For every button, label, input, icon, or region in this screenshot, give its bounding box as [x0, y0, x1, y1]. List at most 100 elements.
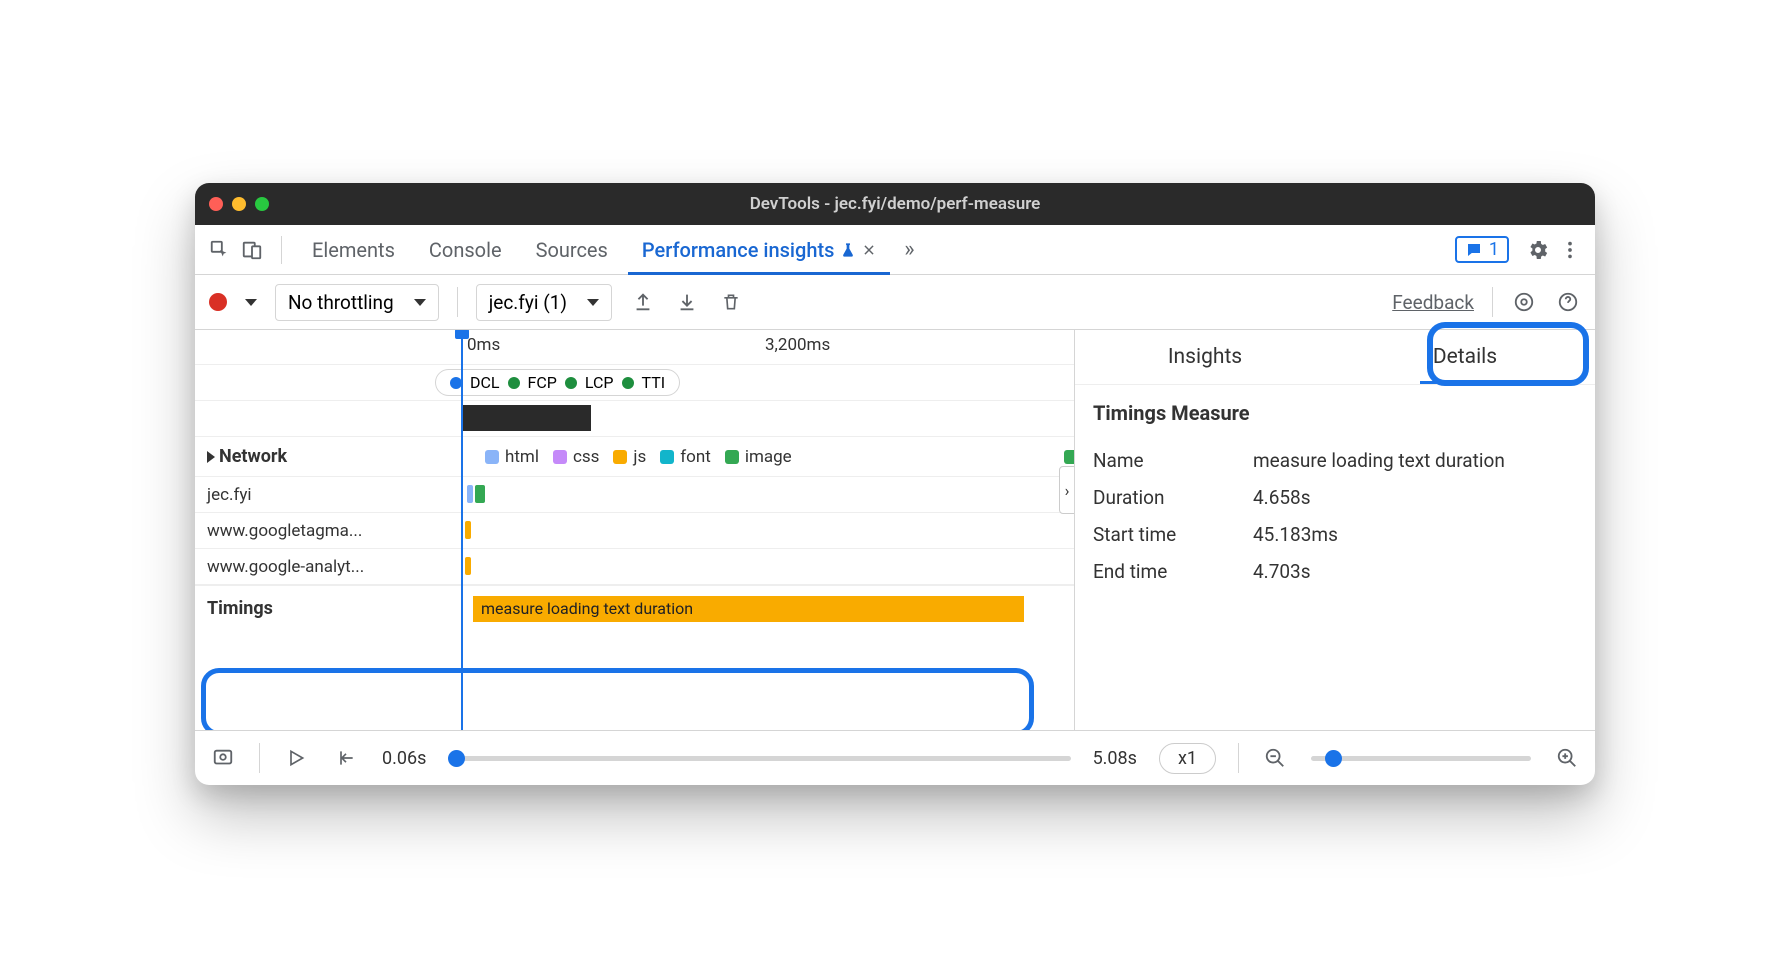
fcp-dot-icon — [508, 377, 520, 389]
network-row[interactable]: jec.fyi — [195, 477, 1074, 513]
close-tab-icon[interactable] — [862, 243, 876, 257]
time-tick: 3,200ms — [765, 335, 830, 355]
time-tick: 0ms — [467, 335, 500, 355]
lcp-dot-icon — [565, 377, 577, 389]
req-bar[interactable] — [467, 485, 473, 503]
network-host: jec.fyi — [207, 477, 252, 512]
throttling-value: No throttling — [288, 291, 394, 314]
traffic-lights — [209, 197, 269, 211]
lcp-label: LCP — [585, 373, 614, 392]
titlebar: DevTools - jec.fyi/demo/perf-measure — [195, 183, 1595, 225]
screenshot-strip — [195, 401, 1074, 437]
k-start: Start time — [1093, 523, 1253, 546]
flask-icon — [840, 242, 856, 258]
devtools-tabbar: Elements Console Sources Performance ins… — [195, 225, 1595, 275]
req-bar[interactable] — [465, 557, 471, 575]
k-end: End time — [1093, 560, 1253, 583]
image-swatch-icon — [725, 450, 739, 464]
tab-label: Performance insights — [642, 238, 835, 262]
swatch-overflow-icon — [1064, 450, 1075, 464]
playhead-cursor[interactable] — [461, 330, 463, 730]
time-ruler: 0ms 3,200ms — [195, 330, 1074, 365]
zoom-in-icon[interactable] — [1553, 744, 1581, 772]
tab-sources[interactable]: Sources — [522, 225, 622, 275]
tti-dot-icon — [622, 377, 634, 389]
messages-badge[interactable]: 1 — [1455, 236, 1509, 263]
network-row[interactable]: www.google-analyt... — [195, 549, 1074, 585]
screenshot-thumb[interactable] — [461, 405, 591, 431]
timings-header: Timings — [207, 586, 273, 631]
speed-pill[interactable]: x1 — [1159, 743, 1216, 774]
panel-resize-handle[interactable]: › — [1059, 466, 1075, 514]
throttling-select[interactable]: No throttling — [275, 284, 439, 321]
timings-track: Timings measure loading text duration — [195, 585, 1074, 631]
recording-value: jec.fyi (1) — [489, 291, 567, 314]
kebab-menu-icon[interactable] — [1557, 237, 1583, 263]
js-swatch-icon — [613, 450, 627, 464]
help-icon[interactable] — [1555, 289, 1581, 315]
tab-insights[interactable]: Insights — [1075, 330, 1335, 384]
html-swatch-icon — [485, 450, 499, 464]
css-swatch-icon — [553, 450, 567, 464]
more-tabs-icon[interactable]: » — [896, 237, 922, 263]
req-bar[interactable] — [465, 521, 471, 539]
trash-icon[interactable] — [718, 289, 744, 315]
v-name: measure loading text duration — [1253, 449, 1577, 472]
timeline-panel: 0ms 3,200ms DCL FCP LCP TTI — [195, 330, 1075, 730]
inspect-icon[interactable] — [207, 237, 233, 263]
v-duration: 4.658s — [1253, 486, 1577, 509]
details-body: Timings Measure Namemeasure loading text… — [1075, 385, 1595, 613]
annotation-highlight-icon — [201, 668, 1034, 730]
preview-toggle-icon[interactable] — [209, 744, 237, 772]
req-bar[interactable] — [475, 485, 485, 503]
cwv-markers: DCL FCP LCP TTI — [195, 365, 1074, 401]
chevron-down-icon — [587, 299, 599, 306]
messages-count: 1 — [1489, 239, 1499, 260]
slider-knob-icon[interactable] — [448, 750, 465, 767]
actionbar: No throttling jec.fyi (1) Feedback — [195, 275, 1595, 330]
device-toggle-icon[interactable] — [239, 237, 265, 263]
marker-pill[interactable]: DCL FCP LCP TTI — [435, 369, 680, 396]
playback-footer: 0.06s 5.08s x1 — [195, 730, 1595, 785]
chevron-down-icon — [414, 299, 426, 306]
rewind-icon[interactable] — [332, 744, 360, 772]
time-slider[interactable] — [448, 756, 1070, 761]
minimize-window-icon[interactable] — [232, 197, 246, 211]
recording-select[interactable]: jec.fyi (1) — [476, 284, 612, 321]
record-button[interactable] — [209, 293, 227, 311]
tab-details[interactable]: Details — [1335, 330, 1595, 384]
slider-knob-icon[interactable] — [1325, 750, 1342, 767]
tab-console[interactable]: Console — [415, 225, 516, 275]
details-section-title: Timings Measure — [1093, 401, 1577, 425]
panel-settings-icon[interactable] — [1511, 289, 1537, 315]
side-tabs: Insights Details — [1075, 330, 1595, 385]
fcp-label: FCP — [528, 373, 557, 392]
time-start: 0.06s — [382, 748, 426, 769]
settings-gear-icon[interactable] — [1525, 237, 1551, 263]
network-row[interactable]: www.googletagma... — [195, 513, 1074, 549]
upload-icon[interactable] — [630, 289, 656, 315]
network-host: www.google-analyt... — [207, 549, 364, 584]
tab-elements[interactable]: Elements — [298, 225, 409, 275]
devtools-window: DevTools - jec.fyi/demo/perf-measure Ele… — [195, 183, 1595, 785]
disclosure-triangle-icon — [207, 451, 215, 463]
play-icon[interactable] — [282, 744, 310, 772]
record-dropdown-icon[interactable] — [245, 299, 257, 306]
zoom-out-icon[interactable] — [1261, 744, 1289, 772]
maximize-window-icon[interactable] — [255, 197, 269, 211]
tab-performance-insights[interactable]: Performance insights — [628, 225, 891, 275]
side-panel: Insights Details Timings Measure Namemea… — [1075, 330, 1595, 730]
zoom-slider[interactable] — [1311, 756, 1531, 761]
timing-measure-bar[interactable]: measure loading text duration — [473, 596, 1024, 622]
k-name: Name — [1093, 449, 1253, 472]
close-window-icon[interactable] — [209, 197, 223, 211]
dcl-label: DCL — [470, 373, 500, 392]
main-content: 0ms 3,200ms DCL FCP LCP TTI — [195, 330, 1595, 730]
tti-label: TTI — [642, 373, 666, 392]
v-end: 4.703s — [1253, 560, 1577, 583]
feedback-link[interactable]: Feedback — [1392, 291, 1474, 314]
download-icon[interactable] — [674, 289, 700, 315]
window-title: DevTools - jec.fyi/demo/perf-measure — [195, 194, 1595, 214]
network-host: www.googletagma... — [207, 513, 362, 548]
k-duration: Duration — [1093, 486, 1253, 509]
